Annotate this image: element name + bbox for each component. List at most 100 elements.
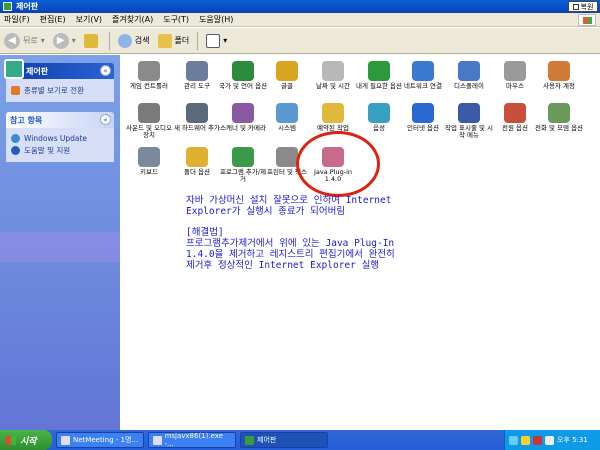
scanners-cameras-icon (232, 103, 254, 123)
display-icon (458, 61, 480, 81)
icon-add-hardware[interactable]: 새 하드웨어 추가 (172, 103, 222, 145)
date-time-icon (322, 61, 344, 81)
icon-keyboard[interactable]: 키보드 (124, 147, 174, 189)
printers-faxes-icon (276, 147, 298, 167)
icon-label: 날짜 및 시간 (315, 82, 351, 90)
icon-phone-modem-options[interactable]: 전화 및 모뎀 옵션 (534, 103, 584, 145)
icon-add-remove-programs[interactable]: 프로그램 추가/제거 (218, 147, 268, 189)
taskbar-item-netmeeting[interactable]: NetMeeting - 1명... (56, 432, 144, 448)
icon-label: 키보드 (140, 168, 158, 176)
network-connections-icon (412, 61, 434, 81)
power-options-icon (504, 103, 526, 123)
keyboard-icon (138, 147, 160, 167)
icon-regional-language-options[interactable]: 국가 및 언어 옵션 (218, 61, 268, 103)
menu-favorites[interactable]: 즐겨찾기(A) (112, 14, 153, 25)
search-button[interactable]: 검색 (117, 33, 150, 48)
switch-category-view-link[interactable]: 종류별 보기로 전환 (11, 85, 109, 96)
icon-power-options[interactable]: 전원 옵션 (490, 103, 540, 145)
icon-display[interactable]: 디스플레이 (444, 61, 494, 103)
note-line: 자바 가상머신 설치 잘못으로 인하여 Internet (186, 195, 392, 206)
icon-internet-options[interactable]: 인터넷 옵션 (398, 103, 448, 145)
icon-label: 음성 (373, 124, 385, 132)
up-folder-button[interactable] (83, 33, 101, 48)
category-view-icon (11, 86, 20, 95)
icon-folder-options[interactable]: 폴더 옵션 (172, 147, 222, 189)
mouse-icon (504, 61, 526, 81)
icon-administrative-tools[interactable]: 관리 도구 (172, 61, 222, 103)
taskbar-start-menu-icon (458, 103, 480, 123)
restore-button[interactable]: 복원 (568, 1, 598, 12)
help-icon (11, 146, 20, 155)
collapse-icon[interactable]: « (100, 65, 111, 76)
icon-label: 프로그램 추가/제거 (219, 168, 267, 183)
chevron-down-icon: ▾ (71, 36, 76, 45)
folders-label: 폴더 (174, 36, 190, 45)
icon-scanners-cameras[interactable]: 스캐너 및 카메라 (218, 103, 268, 145)
scheduled-tasks-icon (322, 103, 344, 123)
system-icon (276, 103, 298, 123)
netmeeting-icon (61, 435, 70, 445)
start-button[interactable]: 시작 (0, 430, 52, 450)
menu-view[interactable]: 보기(V) (76, 14, 102, 25)
network-icon[interactable] (509, 435, 518, 445)
see-also-section: Windows Update 도움말 및 지원 (6, 128, 114, 162)
back-arrow-icon: ◀ (4, 32, 20, 49)
link-label: 종류별 보기로 전환 (24, 86, 84, 95)
forward-button[interactable]: ▶ ▾ (52, 32, 76, 49)
folders-button[interactable]: 폴더 (157, 33, 190, 48)
toolbar: ◀ 뒤로 ▾ ▶ ▾ 검색 폴더 ▾ (0, 28, 600, 54)
speech-icon (368, 103, 390, 123)
taskbar-item-installer[interactable]: msjavx86(1).exe -... (148, 432, 236, 448)
windows-update-link[interactable]: Windows Update (11, 134, 109, 143)
menu-tools[interactable]: 도구(T) (163, 14, 189, 25)
folder-icon (157, 33, 172, 48)
icon-system[interactable]: 시스템 (262, 103, 312, 145)
icon-taskbar-start-menu[interactable]: 작업 표시줄 및 시작 메뉴 (444, 103, 494, 145)
toolbar-separator (197, 31, 199, 50)
icon-user-accounts[interactable]: 사용자 계정 (534, 61, 584, 103)
icon-label: 전원 옵션 (502, 124, 528, 132)
phone-modem-options-icon (548, 103, 570, 123)
icon-label: 전화 및 모뎀 옵션 (534, 124, 584, 132)
windows-logo-icon (578, 14, 596, 26)
views-button[interactable]: ▾ (206, 33, 227, 48)
icon-label: 디스플레이 (454, 82, 484, 90)
note-heading: [해결법] (186, 227, 224, 238)
chevron-down-icon: ▾ (40, 36, 45, 45)
system-tray: 오후 5:31 (504, 430, 600, 450)
up-folder-icon (83, 33, 98, 48)
menu-edit[interactable]: 편집(E) (40, 14, 66, 25)
icon-fonts[interactable]: 글꼴 (262, 61, 312, 103)
toolbar-separator (108, 31, 110, 50)
title-bar: 제어판 (0, 0, 600, 13)
volume-icon[interactable] (521, 435, 530, 445)
clock: 오후 5:31 (557, 436, 588, 444)
see-also-section-header[interactable]: 참고 항목 « (6, 112, 114, 128)
icon-sounds-audio-devices[interactable]: 사운드 및 오디오 장치 (124, 103, 174, 145)
windows-logo-icon (6, 435, 16, 445)
language-icon[interactable] (545, 435, 554, 445)
icon-label: 폴더 옵션 (184, 168, 210, 176)
ati-icon[interactable] (533, 435, 542, 445)
views-icon (206, 33, 221, 48)
forward-arrow-icon: ▶ (52, 32, 69, 49)
icon-accessibility-options[interactable]: 내게 필요한 옵션 (354, 61, 404, 103)
section-title: 참고 항목 (10, 115, 43, 125)
taskbar-item-control-panel[interactable]: 제어판 (240, 432, 328, 448)
task-label: msjavx86(1).exe -... (164, 432, 224, 448)
sidebar-band (0, 232, 120, 262)
menu-file[interactable]: 파일(F) (4, 14, 30, 25)
menu-help[interactable]: 도움말(H) (199, 14, 233, 25)
icon-mouse[interactable]: 마우스 (490, 61, 540, 103)
icon-game-controllers[interactable]: 게임 컨트롤러 (124, 61, 174, 103)
window-title: 제어판 (16, 2, 39, 11)
help-support-link[interactable]: 도움말 및 지원 (11, 145, 109, 156)
icon-network-connections[interactable]: 네트워크 연결 (398, 61, 448, 103)
windows-update-icon (11, 134, 20, 143)
icon-label: 작업 표시줄 및 시작 메뉴 (444, 124, 494, 139)
icon-date-time[interactable]: 날짜 및 시간 (308, 61, 358, 103)
control-panel-section-header[interactable]: 제어판 « (4, 59, 114, 79)
collapse-icon[interactable]: « (100, 114, 111, 125)
back-button[interactable]: ◀ 뒤로 ▾ (4, 32, 45, 49)
section-title: 제어판 (26, 66, 49, 76)
